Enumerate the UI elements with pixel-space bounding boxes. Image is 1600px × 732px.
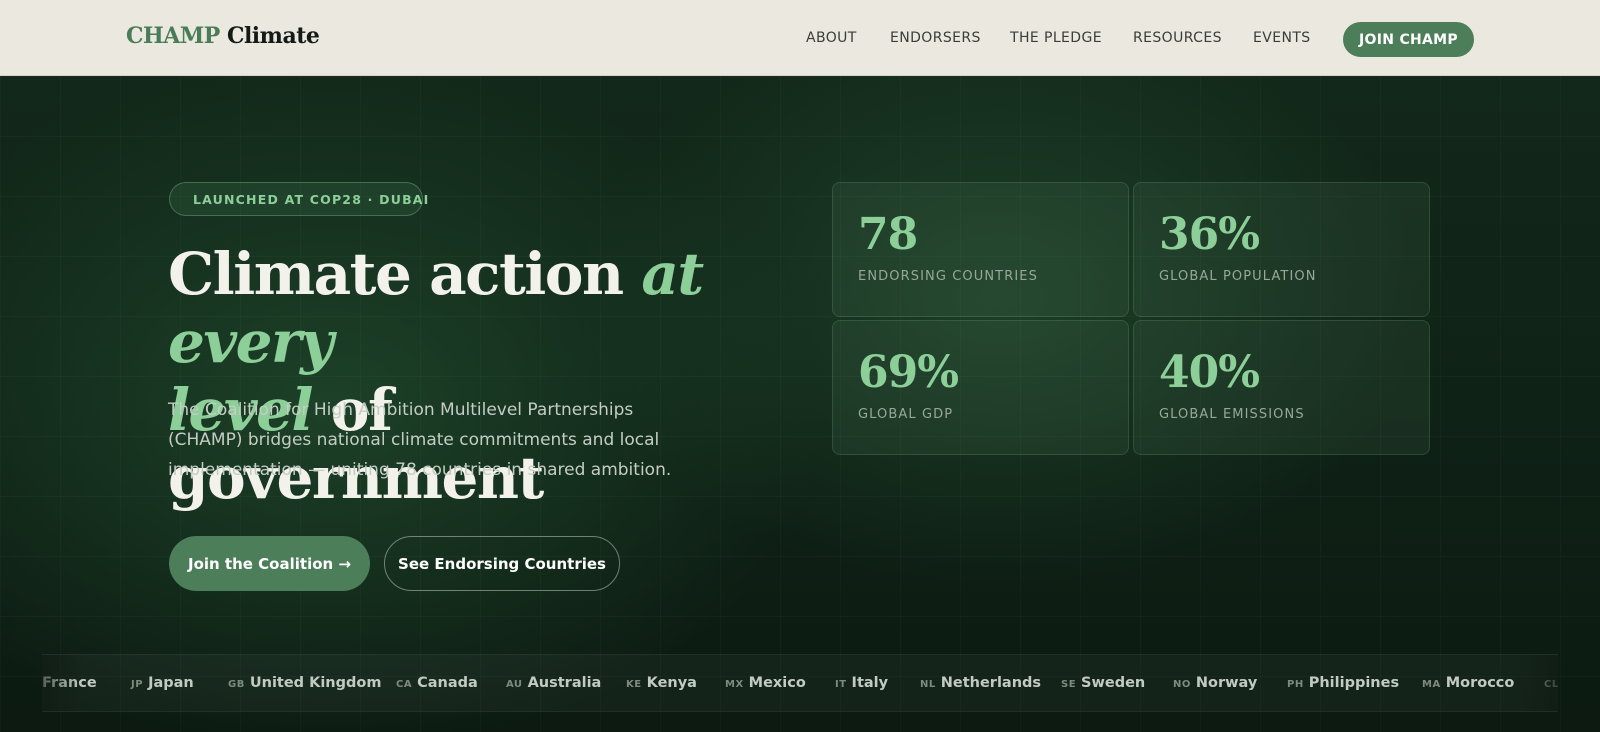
ticker-item: MX Mexico — [725, 675, 806, 691]
ticker-item: GB United Kingdom — [228, 675, 381, 691]
stat-value: 78 — [858, 209, 918, 260]
join-champ-button[interactable]: JOIN CHAMP — [1343, 22, 1474, 57]
ticker-code: GB — [228, 679, 245, 690]
ticker-name: Japan — [148, 675, 194, 691]
nav-events[interactable]: EVENTS — [1253, 30, 1311, 46]
ticker-name: United Kingdom — [249, 675, 382, 691]
stat-label: GLOBAL EMISSIONS — [1159, 407, 1305, 422]
nav-the-pledge[interactable]: THE PLEDGE — [1010, 30, 1102, 46]
ticker-item: PH Philippines — [1287, 675, 1399, 691]
ticker-name: Philippines — [1308, 675, 1400, 691]
badge-text: LAUNCHED AT COP28 · DUBAI — [193, 191, 430, 207]
site-header: CHAMP Climate ABOUT ENDORSERS THE PLEDGE… — [0, 0, 1600, 76]
ticker-name: Kenya — [646, 675, 697, 691]
ticker-name: Australia — [527, 675, 602, 691]
ticker-name: Mexico — [748, 675, 806, 691]
hero-description: The Coalition for High Ambition Multilev… — [168, 400, 672, 480]
ticker-item: SE Sweden — [1061, 675, 1145, 691]
ticker-item: JP Japan — [131, 675, 194, 691]
nav-about[interactable]: ABOUT — [806, 30, 857, 46]
ticker-code: PH — [1287, 679, 1304, 690]
ticker-item: NO Norway — [1173, 675, 1257, 691]
stat-value: 40% — [1159, 347, 1260, 398]
ticker-code: AU — [506, 679, 523, 690]
ticker-fade-right — [1518, 655, 1558, 711]
ticker-code: CA — [396, 679, 413, 690]
ticker-item: KE Kenya — [626, 675, 697, 691]
ticker-name: Morocco — [1445, 675, 1515, 691]
ticker-name: Netherlands — [940, 675, 1042, 691]
logo[interactable]: CHAMP Climate — [126, 23, 320, 49]
stat-label: GLOBAL GDP — [858, 407, 954, 422]
nav-endorsers[interactable]: ENDORSERS — [890, 30, 981, 46]
logo-secondary: Climate — [226, 23, 320, 49]
stat-label: GLOBAL POPULATION — [1159, 269, 1317, 284]
ticker-fade-left — [42, 655, 82, 711]
stat-card: 69% GLOBAL GDP — [832, 320, 1129, 455]
launch-badge: LAUNCHED AT COP28 · DUBAI — [169, 182, 428, 216]
stat-card: 78 ENDORSING COUNTRIES — [832, 182, 1129, 317]
ticker-name: Norway — [1195, 675, 1258, 691]
stat-value: 69% — [858, 347, 959, 398]
ticker-code: NO — [1173, 679, 1191, 690]
ticker-item: MA Morocco — [1422, 675, 1514, 691]
stat-card: 36% GLOBAL POPULATION — [1133, 182, 1430, 317]
ticker-code: MA — [1422, 679, 1441, 690]
join-coalition-button[interactable]: Join the Coalition → — [169, 536, 370, 591]
headline-part1: Climate action — [168, 240, 642, 308]
nav-resources[interactable]: RESOURCES — [1133, 30, 1222, 46]
country-ticker: France JPJapan GBUnited Kingdom CACanada… — [42, 654, 1558, 712]
ticker-name: Italy — [851, 675, 889, 691]
ticker-code: KE — [626, 679, 642, 690]
ticker-name: Canada — [417, 675, 478, 691]
ticker-code: MX — [725, 679, 744, 690]
ticker-item: NL Netherlands — [920, 675, 1041, 691]
ticker-item: CA Canada — [396, 675, 478, 691]
ticker-code: JP — [131, 679, 144, 690]
ticker-item: IT Italy — [835, 675, 888, 691]
stat-label: ENDORSING COUNTRIES — [858, 269, 1038, 284]
ticker-code: NL — [920, 679, 936, 690]
hero-section: LAUNCHED AT COP28 · DUBAI Climate action… — [0, 76, 1600, 732]
ticker-name: Sweden — [1081, 675, 1146, 691]
ticker-code: IT — [835, 679, 847, 690]
ticker-item: AU Australia — [506, 675, 601, 691]
logo-primary: CHAMP — [126, 23, 220, 49]
see-endorsing-countries-button[interactable]: See Endorsing Countries — [384, 536, 620, 591]
stat-card: 40% GLOBAL EMISSIONS — [1133, 320, 1430, 455]
stat-value: 36% — [1159, 209, 1260, 260]
ticker-code: SE — [1061, 679, 1077, 690]
